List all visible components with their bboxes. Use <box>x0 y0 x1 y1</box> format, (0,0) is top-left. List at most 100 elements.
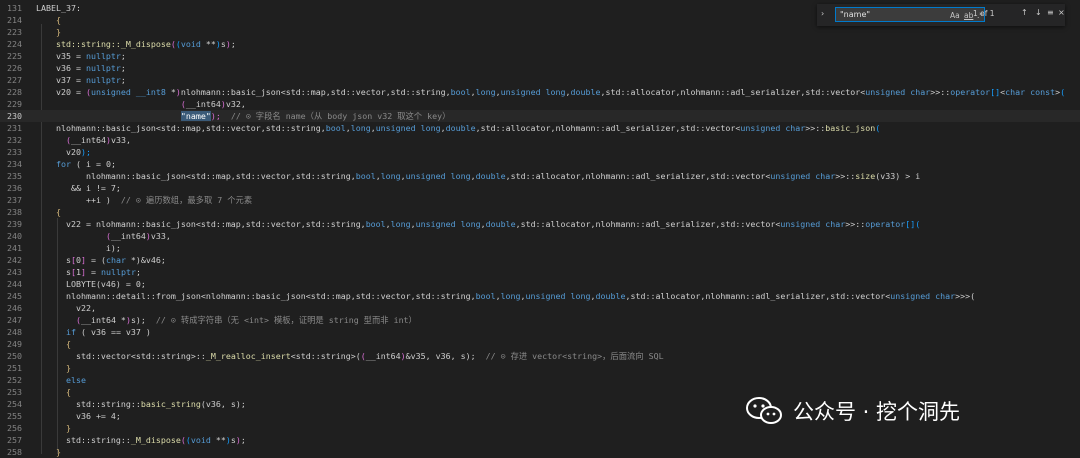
code-token: basic_string <box>140 399 201 409</box>
code-token: unsigned __int8 <box>90 87 166 97</box>
line-number: 233 <box>7 147 22 157</box>
toggle-replace-icon[interactable]: › <box>821 9 831 21</box>
code-token: operator <box>950 87 991 97</box>
code-token: bool <box>365 219 386 229</box>
code-line[interactable]: 223 } <box>0 26 1080 38</box>
code-text: nlohmann::detail::from_json<nlohmann::ba… <box>36 290 975 302</box>
code-token: >>>( <box>955 291 976 301</box>
code-line[interactable]: 229 (__int64)v32, <box>0 98 1080 110</box>
find-input-value[interactable]: "name" <box>840 10 870 19</box>
code-text: std::string::basic_string(v36, s); <box>36 398 246 410</box>
line-number: 243 <box>7 267 22 277</box>
code-token: []( <box>905 219 921 229</box>
code-token: ,std::allocator,nlohmann::adl_serializer… <box>505 171 771 181</box>
code-token: v20 = <box>36 87 86 97</box>
code-text: v35 = nullptr; <box>36 50 126 62</box>
code-line[interactable]: 231 nlohmann::basic_json<std::map,std::v… <box>0 122 1080 134</box>
code-line[interactable]: 245 nlohmann::detail::from_json<nlohmann… <box>0 290 1080 302</box>
previous-match-button[interactable]: ↑ <box>1021 8 1028 17</box>
line-number: 236 <box>7 183 22 193</box>
code-line[interactable]: 228 v20 = (unsigned __int8 *)nlohmann::b… <box>0 86 1080 98</box>
code-line[interactable]: 238 { <box>0 206 1080 218</box>
next-match-button[interactable]: ↓ <box>1035 8 1042 17</box>
code-line[interactable]: 234 for ( i = 0; <box>0 158 1080 170</box>
line-number: 246 <box>7 303 22 313</box>
line-number: 254 <box>7 399 22 409</box>
line-number: 232 <box>7 135 22 145</box>
find-in-selection-button[interactable]: ≡ <box>1047 8 1054 17</box>
match-case-toggle[interactable]: Aa <box>950 11 960 20</box>
code-token: std::string:: <box>36 399 141 409</box>
code-line[interactable]: 257 std::string::_M_dispose((void **)s); <box>0 434 1080 446</box>
code-text: v22, <box>36 302 96 314</box>
code-line[interactable]: 239 v22 = nlohmann::basic_json<std::map,… <box>0 218 1080 230</box>
code-text: nlohmann::basic_json<std::map,std::vecto… <box>36 122 880 134</box>
code-line[interactable]: 230 "name"); // ⊙ 字段名 name（从 body json v… <box>0 110 1080 122</box>
whole-word-toggle[interactable]: ab <box>964 11 973 20</box>
find-input[interactable]: "name" Aa ab .* <box>835 7 985 22</box>
code-line[interactable]: 258 } <box>0 446 1080 458</box>
code-token: >>:: <box>930 87 951 97</box>
code-text: std::string::_M_dispose((void **)s); <box>36 434 246 446</box>
code-token: ,std::allocator,nlohmann::adl_serializer… <box>625 291 891 301</box>
code-token: unsigned long <box>405 171 471 181</box>
code-text: for ( i = 0; <box>36 158 116 170</box>
code-text: v20 = (unsigned __int8 *)nlohmann::basic… <box>36 86 1065 98</box>
code-line[interactable]: 235 nlohmann::basic_json<std::map,std::v… <box>0 170 1080 182</box>
code-line[interactable]: 233 v20); <box>0 146 1080 158</box>
code-line[interactable]: 241 i); <box>0 242 1080 254</box>
code-line[interactable]: 237 ++i ) // ⊙ 遍历数组，最多取 7 个元素 <box>0 194 1080 206</box>
code-text: (__int64 *)s); // ⊙ 转成字符串（无 <int> 模板，证明是… <box>36 314 417 326</box>
code-line[interactable]: 252 else <box>0 374 1080 386</box>
code-token: __int64 <box>70 135 106 145</box>
code-line[interactable]: 249 { <box>0 338 1080 350</box>
code-token: nullptr <box>85 75 121 85</box>
code-token: else <box>65 375 86 385</box>
line-number: 223 <box>7 27 22 37</box>
code-token: __int64 <box>80 315 116 325</box>
code-token: ( <box>1060 87 1066 97</box>
code-line[interactable]: 240 (__int64)v33, <box>0 230 1080 242</box>
code-text: v36 = nullptr; <box>36 62 126 74</box>
code-line[interactable]: 251 } <box>0 362 1080 374</box>
code-token: ++i ) <box>36 195 121 205</box>
close-find-button[interactable]: × <box>1058 8 1065 17</box>
code-editor[interactable]: 131 LABEL_37: 214 {223 } 224 std::string::_… <box>0 0 1080 457</box>
code-token: unsigned char <box>740 123 806 133</box>
code-line[interactable]: 227 v37 = nullptr; <box>0 74 1080 86</box>
code-token: // ⊙ 存进 vector<string>，后面流向 SQL <box>485 351 664 361</box>
code-line[interactable]: 236 && i != 7; <box>0 182 1080 194</box>
code-line[interactable]: 243 s[1] = nullptr; <box>0 266 1080 278</box>
code-token: double <box>595 291 626 301</box>
code-line[interactable]: 246 v22, <box>0 302 1080 314</box>
find-widget: › "name" Aa ab .* 1 of 1 ↑ ↓ ≡ × <box>817 4 1065 26</box>
code-text: && i != 7; <box>36 182 121 194</box>
code-token: nlohmann::basic_json<std::map,std::vecto… <box>36 123 326 133</box>
code-line[interactable]: 250 std::vector<std::string>::_M_realloc… <box>0 350 1080 362</box>
code-token: LOBYTE(v46) = 0; <box>36 279 146 289</box>
code-token: double <box>485 219 516 229</box>
code-token: [] <box>990 87 1001 97</box>
code-token: __int64 <box>365 351 401 361</box>
code-token: && i != 7; <box>36 183 121 193</box>
code-line[interactable]: 224 std::string::_M_dispose((void **)s); <box>0 38 1080 50</box>
code-line[interactable]: 247 (__int64 *)s); // ⊙ 转成字符串（无 <int> 模板… <box>0 314 1080 326</box>
line-number: 240 <box>7 231 22 241</box>
code-line[interactable]: 248 if ( v36 == v37 ) <box>0 326 1080 338</box>
search-match-highlight: "name" <box>180 111 211 121</box>
code-text: v20); <box>36 146 91 158</box>
code-token: double <box>445 123 476 133</box>
code-token: v22, <box>36 303 96 313</box>
code-token: double <box>570 87 601 97</box>
code-line[interactable]: 226 v36 = nullptr; <box>0 62 1080 74</box>
code-line[interactable]: 242 s[0] = (char *)&v46; <box>0 254 1080 266</box>
code-token: i); <box>36 243 121 253</box>
code-line[interactable]: 232 (__int64)v33, <box>0 134 1080 146</box>
code-token: ( v36 == v37 ) <box>75 327 151 337</box>
code-line[interactable]: 244 LOBYTE(v46) = 0; <box>0 278 1080 290</box>
code-line[interactable]: 225 v35 = nullptr; <box>0 50 1080 62</box>
code-token: _M_realloc_insert <box>205 351 291 361</box>
code-token: v22 = nlohmann::basic_json<std::map,std:… <box>36 219 366 229</box>
line-number: 244 <box>7 279 22 289</box>
